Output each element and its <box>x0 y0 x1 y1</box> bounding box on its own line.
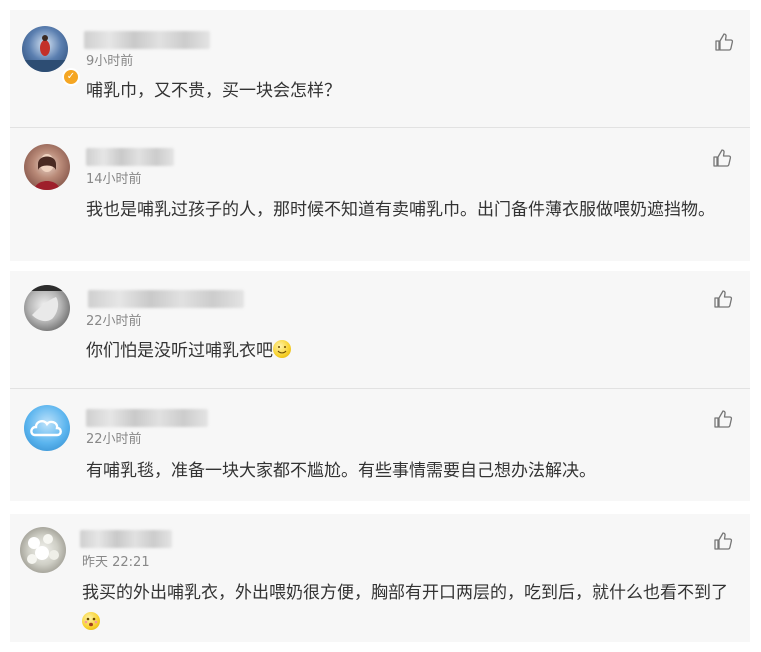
smile-emoji <box>273 340 291 358</box>
comment-time: 22小时前 <box>86 314 142 329</box>
comment-text: 有哺乳毯，准备一块大家都不尴尬。有些事情需要自己想办法解决。 <box>86 461 596 481</box>
avatar[interactable] <box>20 527 66 573</box>
comment-item: 14小时前 我也是哺乳过孩子的人，那时候不知道有卖哺乳巾。出门备件薄衣服做喂奶遮… <box>10 128 750 261</box>
comment-item: 昨天 22:21 我买的外出哺乳衣，外出喂奶很方便，胸部有开口两层的，吃到后，就… <box>10 514 750 642</box>
comment-text: 哺乳巾，又不贵，买一块会怎样？ <box>86 81 341 101</box>
username-blurred[interactable] <box>86 409 208 427</box>
surprised-emoji <box>82 612 100 630</box>
comment-text-body: 你们怕是没听过哺乳衣吧 <box>86 341 273 361</box>
comment-item: ✓ 9小时前 哺乳巾，又不贵，买一块会怎样？ <box>10 10 750 127</box>
thumbs-up-icon[interactable] <box>713 531 733 551</box>
thumbs-up-icon[interactable] <box>713 289 733 309</box>
username-blurred[interactable] <box>84 31 210 49</box>
avatar[interactable] <box>24 144 70 190</box>
avatar[interactable] <box>24 285 70 331</box>
comment-text: 你们怕是没听过哺乳衣吧 <box>86 336 726 366</box>
thumbs-up-icon[interactable] <box>713 409 733 429</box>
avatar[interactable] <box>22 26 68 72</box>
comment-text-body: 我买的外出哺乳衣，外出喂奶很方便，胸部有开口两层的，吃到后，就什么也看不到了 <box>82 583 728 603</box>
comment-item: 22小时前 有哺乳毯，准备一块大家都不尴尬。有些事情需要自己想办法解决。 <box>10 389 750 501</box>
comment-time: 22小时前 <box>86 432 142 447</box>
username-blurred[interactable] <box>86 148 174 166</box>
comment-time: 昨天 22:21 <box>82 555 150 570</box>
comment-time: 9小时前 <box>86 54 134 69</box>
comment-time: 14小时前 <box>86 172 142 187</box>
username-blurred[interactable] <box>88 290 244 308</box>
thumbs-up-icon[interactable] <box>714 32 734 52</box>
comment-text: 我买的外出哺乳衣，外出喂奶很方便，胸部有开口两层的，吃到后，就什么也看不到了 <box>82 578 742 638</box>
avatar[interactable] <box>24 405 70 451</box>
comment-item: 22小时前 你们怕是没听过哺乳衣吧 <box>10 271 750 388</box>
thumbs-up-icon[interactable] <box>712 148 732 168</box>
verified-badge-icon: ✓ <box>62 68 80 86</box>
username-blurred[interactable] <box>80 530 172 548</box>
comment-text: 我也是哺乳过孩子的人，那时候不知道有卖哺乳巾。出门备件薄衣服做喂奶遮挡物。 <box>86 200 715 220</box>
